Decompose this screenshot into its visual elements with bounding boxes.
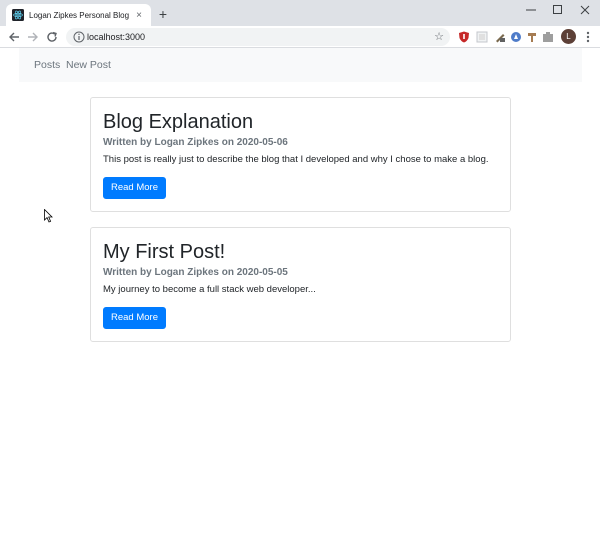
profile-avatar[interactable]: L [561, 29, 576, 44]
tab-title: Logan Zipkes Personal Blog [29, 10, 130, 20]
browser-toolbar: localhost:3000 ☆ L [0, 26, 600, 48]
post-summary: My journey to become a full stack web de… [103, 284, 316, 295]
mouse-cursor-icon [44, 209, 53, 223]
close-icon [580, 5, 590, 15]
read-more-button[interactable]: Read More [103, 307, 166, 329]
ublock-extension-icon[interactable] [458, 31, 470, 43]
info-icon[interactable] [73, 31, 85, 43]
compass-extension-icon[interactable] [510, 31, 522, 43]
puzzle-extension-icon[interactable] [542, 31, 554, 43]
minimize-icon [526, 9, 536, 11]
post-title: My First Post! [103, 241, 226, 263]
address-bar[interactable]: localhost:3000 ☆ [66, 28, 450, 46]
reload-icon [47, 31, 57, 42]
reload-button[interactable] [44, 29, 60, 45]
minimize-button[interactable] [516, 2, 546, 18]
browser-tab[interactable]: Logan Zipkes Personal Blog × [6, 4, 151, 26]
hammer-extension-icon[interactable] [526, 31, 538, 43]
bookmark-star-icon[interactable]: ☆ [434, 30, 444, 44]
post-title: Blog Explanation [103, 111, 254, 133]
post-card: My First Post! Written by Logan Zipkes o… [90, 227, 511, 342]
tab-strip: Logan Zipkes Personal Blog × + [0, 0, 600, 26]
extension-icon[interactable] [476, 31, 488, 43]
pen-extension-icon[interactable] [494, 31, 506, 43]
back-button[interactable] [6, 29, 22, 45]
url-text: localhost:3000 [87, 32, 146, 42]
forward-button[interactable] [25, 29, 41, 45]
read-more-button[interactable]: Read More [103, 177, 166, 199]
maximize-icon [553, 5, 562, 14]
post-card: Blog Explanation Written by Logan Zipkes… [90, 97, 511, 212]
react-favicon-icon [12, 9, 24, 21]
page-viewport: Posts New Post Blog Explanation Written … [0, 48, 600, 533]
site-navbar: Posts New Post [19, 48, 582, 82]
close-window-button[interactable] [570, 2, 600, 18]
nav-link-posts[interactable]: Posts [34, 58, 60, 72]
maximize-button[interactable] [543, 2, 573, 18]
tab-close-icon[interactable]: × [133, 10, 145, 21]
post-byline: Written by Logan Zipkes on 2020-05-05 [103, 267, 288, 278]
nav-link-new-post[interactable]: New Post [66, 58, 111, 72]
arrow-right-icon [28, 32, 38, 42]
more-menu-icon[interactable] [584, 30, 592, 44]
post-byline: Written by Logan Zipkes on 2020-05-06 [103, 137, 288, 148]
new-tab-button[interactable]: + [155, 6, 171, 22]
arrow-left-icon [9, 32, 19, 42]
post-summary: This post is really just to describe the… [103, 154, 489, 165]
